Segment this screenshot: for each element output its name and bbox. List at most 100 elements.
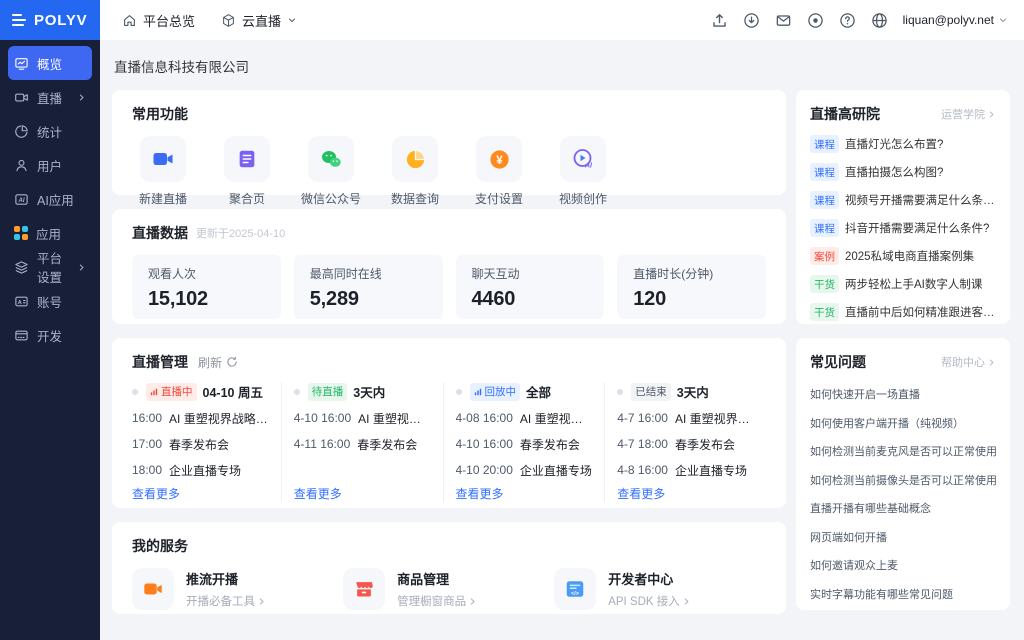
view-more-link[interactable]: 查看更多 bbox=[132, 485, 271, 502]
mail-icon[interactable] bbox=[775, 12, 792, 29]
faq-item[interactable]: 实时字幕功能有哪些常见问题 bbox=[810, 580, 996, 609]
qf-data-query[interactable]: 数据查询 bbox=[384, 136, 446, 207]
menu-icon[interactable] bbox=[12, 14, 26, 26]
sidebar-label: AI应用 bbox=[37, 190, 74, 209]
service-product-management[interactable]: 商品管理 管理橱窗商品 bbox=[343, 568, 554, 610]
help-center-link[interactable]: 帮助中心 bbox=[941, 354, 996, 370]
camera-blue-icon bbox=[151, 147, 175, 171]
sidebar-label: 统计 bbox=[37, 122, 62, 141]
dot-icon bbox=[617, 389, 623, 395]
qf-payment-settings[interactable]: ¥ 支付设置 bbox=[468, 136, 530, 207]
schedule-item[interactable]: 4-7 18:00春季发布会 bbox=[617, 431, 756, 457]
svg-text:</>: </> bbox=[571, 591, 580, 597]
account-menu[interactable]: liquan@polyv.net bbox=[903, 13, 1008, 27]
sidebar-item-live[interactable]: 直播 bbox=[8, 80, 92, 114]
sidebar-label: 账号 bbox=[37, 292, 62, 311]
faq-item[interactable]: 如何使用客户端开播（纯视频） bbox=[810, 409, 996, 438]
academy-item[interactable]: 课程视频号开播需要满足什么条件? bbox=[810, 186, 996, 214]
qf-video-creation[interactable]: AI 视频创作 bbox=[552, 136, 614, 207]
sidebar-item-platform-settings[interactable]: 平台设置 bbox=[8, 250, 92, 284]
globe-icon[interactable] bbox=[871, 12, 888, 29]
schedule-item[interactable]: 17:00春季发布会 bbox=[132, 431, 271, 457]
faq-item[interactable]: 如何检测当前麦克风是否可以正常使用? bbox=[810, 437, 996, 466]
user-icon bbox=[14, 158, 29, 173]
sidebar-item-ai-apps[interactable]: AI AI应用 bbox=[8, 182, 92, 216]
pie-orange-icon bbox=[404, 148, 427, 171]
nav-label: 平台总览 bbox=[143, 11, 195, 30]
dot-icon bbox=[456, 389, 462, 395]
academy-item[interactable]: 干货直播前中后如何精准跟进客户? bbox=[810, 298, 996, 326]
schedule-item[interactable]: 4-7 16:00AI 重塑视界战略... bbox=[617, 405, 756, 431]
record-icon[interactable] bbox=[807, 12, 824, 29]
sidebar-item-overview[interactable]: 概览 bbox=[8, 46, 92, 80]
cube-icon bbox=[221, 13, 236, 28]
schedule-item[interactable]: 4-10 16:00春季发布会 bbox=[456, 431, 595, 457]
view-more-link[interactable]: 查看更多 bbox=[456, 485, 595, 502]
schedule-item[interactable]: 4-11 16:00春季发布会 bbox=[294, 431, 433, 457]
academy-item[interactable]: 课程直播拍摄怎么构图? bbox=[810, 158, 996, 186]
faq-item[interactable]: 网页端如何开播 bbox=[810, 523, 996, 552]
service-developer-center[interactable]: </> 开发者中心 API SDK 接入 bbox=[554, 568, 765, 610]
logo-block[interactable]: POLYV bbox=[0, 0, 100, 40]
stat-peak-online: 最高同时在线 5,289 bbox=[294, 255, 443, 319]
qf-new-live[interactable]: 新建直播 bbox=[132, 136, 194, 207]
academy-item[interactable]: 课程直播灯光怎么布置? bbox=[810, 130, 996, 158]
view-more-link[interactable]: 查看更多 bbox=[294, 485, 433, 502]
faq-item[interactable]: 如何检测当前摄像头是否可以正常使用? bbox=[810, 466, 996, 495]
chevron-right-icon bbox=[77, 93, 86, 102]
academy-item[interactable]: 案例2025私域电商直播案例集 bbox=[810, 242, 996, 270]
schedule-item[interactable]: 4-08 16:00AI 重塑视界战略... bbox=[456, 405, 595, 431]
sidebar-item-apps[interactable]: 应用 bbox=[8, 216, 92, 250]
schedule-item[interactable]: 4-10 20:00企业直播专场 bbox=[456, 457, 595, 483]
schedule-item[interactable]: 16:00AI 重塑视界战略发布... bbox=[132, 405, 271, 431]
sidebar-label: 开发 bbox=[37, 326, 62, 345]
chevron-right-icon bbox=[468, 597, 477, 606]
refresh-button[interactable]: 刷新 bbox=[198, 354, 238, 371]
pie-chart-icon bbox=[14, 124, 29, 139]
status-badge-ended: 已结束 bbox=[631, 383, 671, 401]
academy-more-link[interactable]: 运营学院 bbox=[941, 106, 996, 122]
sidebar-item-stats[interactable]: 统计 bbox=[8, 114, 92, 148]
nav-label: 云直播 bbox=[242, 11, 281, 30]
svg-text:¥: ¥ bbox=[496, 154, 503, 166]
upload-icon[interactable] bbox=[711, 12, 728, 29]
quick-functions-title: 常用功能 bbox=[132, 104, 766, 124]
faq-item[interactable]: 如何快速开启一场直播 bbox=[810, 380, 996, 409]
help-icon[interactable] bbox=[839, 12, 856, 29]
faq-title: 常见问题 bbox=[810, 352, 866, 372]
sidebar-item-account[interactable]: A 账号 bbox=[8, 284, 92, 318]
live-management-card: 直播管理 刷新 直播中 bbox=[112, 338, 786, 508]
faq-item[interactable]: 直播开播有哪些基础概念 bbox=[810, 494, 996, 523]
svg-text:AI: AI bbox=[18, 197, 25, 203]
schedule-item[interactable]: 4-10 16:00AI 重塑视界战略... bbox=[294, 405, 433, 431]
qf-wechat[interactable]: 微信公众号 bbox=[300, 136, 362, 207]
academy-item[interactable]: 干货两步轻松上手AI数字人制课 bbox=[810, 270, 996, 298]
schedule-item[interactable]: 4-8 16:00企业直播专场 bbox=[617, 457, 756, 483]
view-more-link[interactable]: 查看更多 bbox=[617, 485, 756, 502]
nav-platform-overview[interactable]: 平台总览 bbox=[122, 11, 195, 30]
sidebar-item-users[interactable]: 用户 bbox=[8, 148, 92, 182]
live-stats-title: 直播数据 bbox=[132, 223, 188, 243]
sidebar-item-dev[interactable]: 开发 bbox=[8, 318, 92, 352]
sidebar-label: 直播 bbox=[37, 88, 62, 107]
topbar-actions: liquan@polyv.net bbox=[711, 12, 1024, 29]
main-content: 直播信息科技有限公司 常用功能 新建直播 聚合页 微信公众 bbox=[100, 40, 1024, 640]
sidebar: 概览 直播 统计 用户 AI AI应用 应用 平台设置 A 账号 开发 bbox=[0, 40, 100, 640]
dot-icon bbox=[294, 389, 300, 395]
chevron-right-icon bbox=[257, 597, 266, 606]
download-icon[interactable] bbox=[743, 12, 760, 29]
academy-title: 直播高研院 bbox=[810, 104, 880, 124]
faq-item[interactable]: 如何邀请观众上麦 bbox=[810, 551, 996, 580]
live-signal-icon bbox=[150, 388, 158, 396]
nav-cloud-live[interactable]: 云直播 bbox=[221, 11, 297, 30]
ai-icon: AI bbox=[14, 192, 29, 207]
qf-aggregation-page[interactable]: 聚合页 bbox=[216, 136, 278, 207]
status-badge-live: 直播中 bbox=[146, 383, 197, 401]
mgmt-col-replay: 回放中 全部 4-08 16:00AI 重塑视界战略... 4-10 16:00… bbox=[443, 382, 605, 502]
yen-orange-icon: ¥ bbox=[488, 148, 511, 171]
camera-icon bbox=[14, 90, 29, 105]
schedule-item[interactable]: 18:00企业直播专场 bbox=[132, 457, 271, 483]
academy-item[interactable]: 课程抖音开播需要满足什么条件? bbox=[810, 214, 996, 242]
service-push-stream[interactable]: 推流开播 开播必备工具 bbox=[132, 568, 343, 610]
topbar: POLYV 平台总览 云直播 liquan@polyv.net bbox=[0, 0, 1024, 40]
